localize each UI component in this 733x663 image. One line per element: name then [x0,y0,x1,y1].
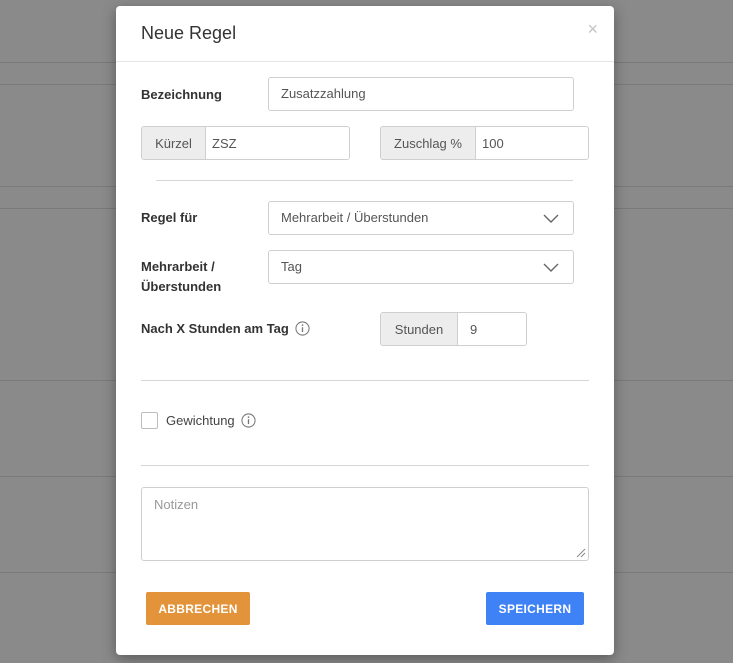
cancel-button[interactable]: ABBRECHEN [146,592,250,625]
zuschlag-field: Zuschlag % 100 [380,126,589,160]
section-divider [141,380,589,381]
zuschlag-input[interactable]: 100 [476,127,588,159]
regel-fuer-selected: Mehrarbeit / Überstunden [281,210,429,225]
notizen-placeholder: Notizen [154,497,199,512]
save-button[interactable]: SPEICHERN [486,592,584,625]
mehrarbeit-label-line2: Überstunden [141,279,222,294]
chevron-down-icon [543,214,559,223]
stunden-input[interactable]: 9 [458,313,526,345]
regel-fuer-label: Regel für [141,210,198,225]
mehrarbeit-label-line1: Mehrarbeit / [141,259,215,274]
nach-x-stunden-text: Nach X Stunden am Tag [141,321,289,336]
stunden-field: Stunden 9 [380,312,527,346]
nach-x-stunden-label: Nach X Stunden am Tag [141,319,311,339]
dialog-title: Neue Regel [141,23,237,43]
kuerzel-input[interactable]: ZSZ [206,127,349,159]
kuerzel-addon: Kürzel [142,127,206,159]
gewichtung-checkbox[interactable] [141,412,158,429]
bezeichnung-label: Bezeichnung [141,87,222,102]
notizen-textarea[interactable]: Notizen [141,487,589,561]
close-icon[interactable]: × [587,20,598,38]
info-icon[interactable] [241,413,256,428]
gewichtung-text: Gewichtung [166,413,235,428]
mehrarbeit-selected: Tag [281,259,302,274]
info-icon[interactable] [295,321,311,336]
chevron-down-icon [543,263,559,272]
zuschlag-addon: Zuschlag % [381,127,476,159]
dialog-header: Neue Regel × [116,6,614,62]
section-divider [141,465,589,466]
mehrarbeit-label: Mehrarbeit / Überstunden [141,257,221,297]
regel-fuer-select[interactable]: Mehrarbeit / Überstunden [268,201,574,235]
new-rule-dialog: Neue Regel × Bezeichnung Zusatzzahlung K… [116,6,614,655]
bezeichnung-input[interactable]: Zusatzzahlung [268,77,574,111]
stunden-addon: Stunden [381,313,458,345]
resize-grip-icon[interactable] [576,548,586,558]
mehrarbeit-select[interactable]: Tag [268,250,574,284]
kuerzel-field: Kürzel ZSZ [141,126,350,160]
gewichtung-label: Gewichtung [166,411,256,431]
section-divider [156,180,573,181]
